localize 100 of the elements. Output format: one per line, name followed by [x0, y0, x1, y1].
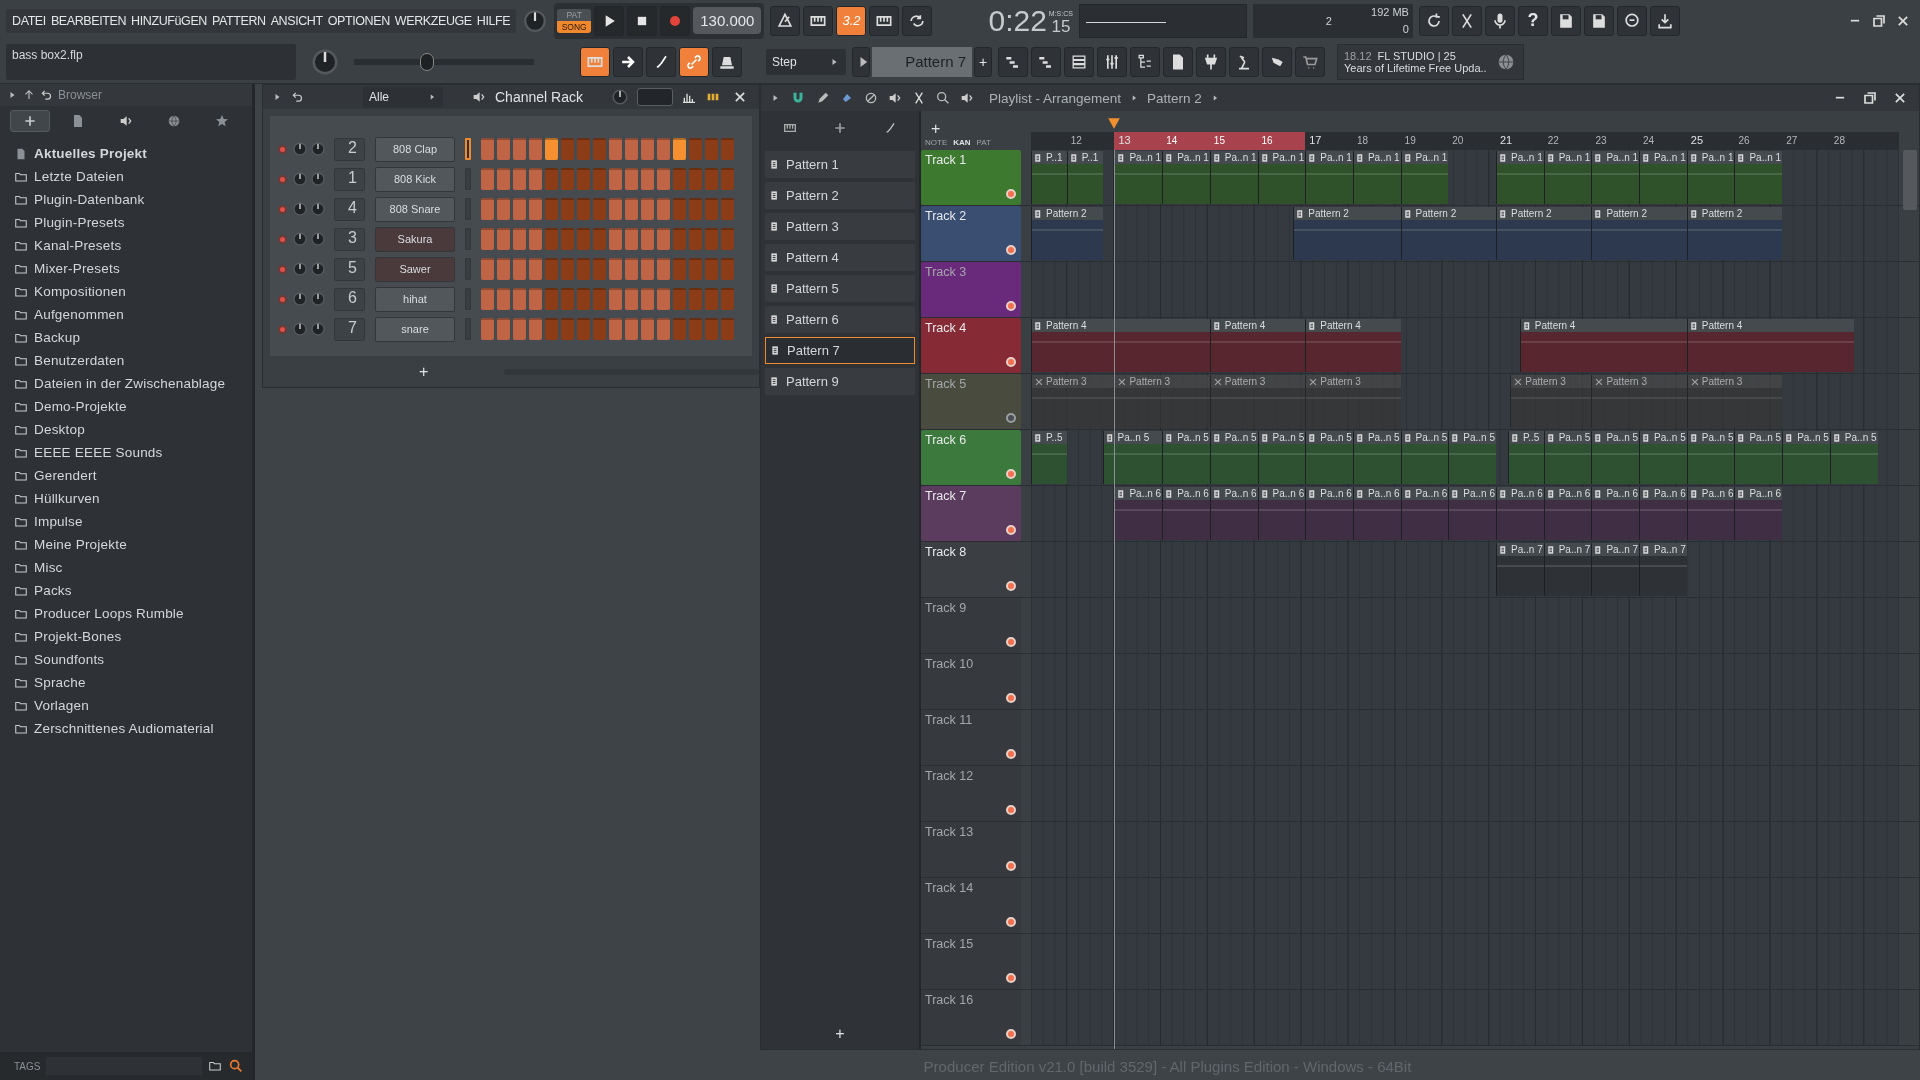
track-header[interactable]: Track 9 — [921, 598, 1021, 653]
step-button[interactable] — [705, 198, 718, 220]
step-button[interactable] — [689, 228, 702, 250]
step-button[interactable] — [689, 198, 702, 220]
pattern-clip[interactable]: Pa..n 1 — [1686, 151, 1735, 204]
step-button[interactable] — [481, 288, 494, 310]
channel-filter-dropdown[interactable]: Alle — [363, 87, 443, 107]
pattern-clip[interactable]: Pa..n 5 — [1829, 431, 1878, 484]
step-button[interactable] — [721, 138, 734, 160]
step-button[interactable] — [641, 318, 654, 340]
step-button[interactable] — [673, 318, 686, 340]
menu-item[interactable]: PATTERN — [211, 13, 266, 28]
pattern-clip[interactable]: Pa..n 6 — [1352, 487, 1401, 540]
track-mute-indicator[interactable] — [1006, 749, 1016, 759]
step-button[interactable] — [657, 138, 670, 160]
step-button[interactable] — [561, 258, 574, 280]
step-button[interactable] — [657, 198, 670, 220]
pattern-clip[interactable]: Pattern 4 — [1209, 319, 1306, 372]
channel-mute-led[interactable] — [278, 204, 287, 214]
browser-item[interactable]: Zerschnittenes Audiomaterial — [14, 717, 238, 740]
step-button[interactable] — [577, 288, 590, 310]
step-button[interactable] — [721, 258, 734, 280]
step-button[interactable] — [705, 288, 718, 310]
step-button[interactable] — [705, 138, 718, 160]
track-mute-indicator[interactable] — [1006, 581, 1016, 591]
step-button[interactable] — [657, 228, 670, 250]
triangle-right-button[interactable] — [852, 46, 870, 77]
save-button[interactable] — [1583, 5, 1614, 36]
step-button[interactable] — [721, 168, 734, 190]
step-button[interactable] — [673, 138, 686, 160]
pattern-clip[interactable]: Pa..n 1 — [1400, 151, 1449, 204]
step-button[interactable] — [593, 168, 606, 190]
step-button[interactable] — [641, 228, 654, 250]
step-button[interactable] — [561, 168, 574, 190]
step-button[interactable] — [529, 168, 542, 190]
mixer-track-field[interactable]: 5 — [334, 257, 365, 281]
channel-name-button[interactable]: hihat — [375, 286, 455, 312]
step-button[interactable] — [673, 168, 686, 190]
pattern-clip[interactable]: Pa..n 6 — [1591, 487, 1640, 540]
step-button[interactable] — [609, 288, 622, 310]
channel-mute-led[interactable] — [278, 144, 287, 154]
pattern-clip[interactable]: Pa..n 5 — [1591, 431, 1640, 484]
channel-select-indicator[interactable] — [465, 138, 471, 160]
channel-mute-led[interactable] — [278, 324, 287, 334]
channel-name-button[interactable]: Sakura — [375, 226, 455, 252]
step-button[interactable] — [657, 288, 670, 310]
step-button[interactable] — [689, 138, 702, 160]
channel-mute-led[interactable] — [278, 174, 287, 184]
pattern-clip[interactable]: Pattern 4 — [1031, 319, 1210, 372]
browser-item[interactable]: Aktuelles Projekt — [14, 142, 238, 165]
pattern-clip[interactable]: Pa..n 6 — [1686, 487, 1735, 540]
pattern-clip[interactable]: Pa..n 5 — [1448, 431, 1496, 484]
pattern-clip[interactable]: Pa..n 6 — [1543, 487, 1592, 540]
step-button[interactable] — [609, 138, 622, 160]
browser-item[interactable]: Vorlagen — [14, 694, 238, 717]
pattern-list-item[interactable]: Pattern 5 — [765, 275, 915, 302]
swing-field[interactable] — [637, 88, 673, 106]
track-mute-indicator[interactable] — [1006, 301, 1016, 311]
news-panel[interactable]: 18.12 FL STUDIO | 25 Years of Lifetime Free Upda.. — [1337, 43, 1524, 80]
step-button[interactable] — [497, 138, 510, 160]
bars-button[interactable] — [998, 46, 1028, 77]
track-mute-indicator[interactable] — [1006, 805, 1016, 815]
pattern-clip[interactable]: Pattern 2 — [1496, 207, 1592, 260]
pattern-clip[interactable]: Pattern 2 — [1031, 207, 1103, 260]
menu-item[interactable]: ANSICHT — [270, 13, 323, 28]
step-button[interactable] — [529, 198, 542, 220]
metronome-button[interactable] — [770, 5, 801, 36]
step-button[interactable] — [705, 228, 718, 250]
step-button[interactable] — [561, 228, 574, 250]
project-name-field[interactable]: bass box2.flp — [12, 47, 83, 62]
step-button[interactable] — [641, 198, 654, 220]
browser-item[interactable]: EEEE EEEE Sounds — [14, 441, 238, 464]
pattern-clip[interactable]: Pattern 4 — [1305, 319, 1401, 372]
pattern-clip[interactable]: Pa..n 6 — [1448, 487, 1496, 540]
step-button[interactable] — [673, 258, 686, 280]
track-mute-indicator[interactable] — [1006, 357, 1016, 367]
pattern-clip[interactable]: Pa..n 5 — [1639, 431, 1687, 484]
track-header[interactable]: Track 4 — [921, 318, 1021, 373]
pattern-clip[interactable]: Pa..n 5 — [1102, 431, 1163, 484]
add-pattern-button[interactable]: + — [974, 46, 992, 77]
step-button[interactable] — [593, 258, 606, 280]
pattern-list-item[interactable]: Pattern 9 — [765, 368, 915, 395]
pattern-clip[interactable]: Pattern 4 — [1519, 319, 1687, 372]
track-header[interactable]: Track 12 — [921, 766, 1021, 821]
step-button[interactable] — [593, 198, 606, 220]
track-header[interactable]: Track 14 — [921, 878, 1021, 933]
step-button[interactable] — [609, 198, 622, 220]
step-button[interactable] — [641, 258, 654, 280]
step-button[interactable] — [689, 288, 702, 310]
refresh-button[interactable] — [1418, 5, 1449, 36]
pattern-clip[interactable]: Pattern 3 — [1031, 375, 1115, 428]
browser-item[interactable]: Desktop — [14, 418, 238, 441]
browser-item[interactable]: Mixer-Presets — [14, 257, 238, 280]
track-mute-indicator[interactable] — [1006, 245, 1016, 255]
pattern-clip[interactable]: Pattern 2 — [1293, 207, 1401, 260]
channel-name-button[interactable]: Sawer — [375, 256, 455, 282]
track-header[interactable]: Track 16 — [921, 990, 1021, 1045]
step-button[interactable] — [593, 288, 606, 310]
pattern-clip[interactable]: Pa..n 5 — [1162, 431, 1210, 484]
step-button[interactable] — [529, 288, 542, 310]
